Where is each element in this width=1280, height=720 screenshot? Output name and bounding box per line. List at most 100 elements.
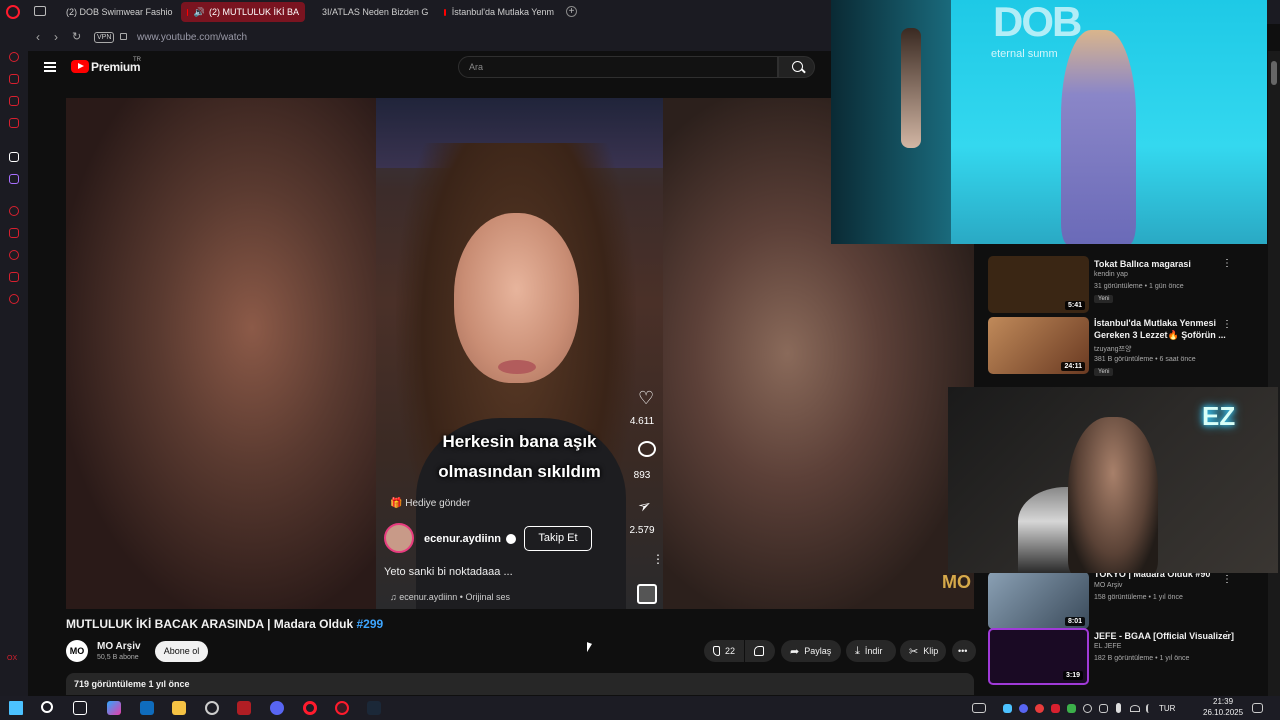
steam-icon[interactable] bbox=[367, 701, 381, 715]
voicemod-icon[interactable] bbox=[237, 701, 251, 715]
recommended-video[interactable]: 24:11 İstanbul'da Mutlaka Yenmesi Gereke… bbox=[988, 317, 1278, 377]
language-indicator[interactable]: TUR bbox=[1159, 704, 1175, 713]
recommended-video[interactable]: 8:01 TOKYO | Madara Olduk #90 MO Arşiv 1… bbox=[988, 569, 1278, 632]
model-walking bbox=[901, 28, 921, 148]
recommended-video[interactable]: 5:41 Tokat Ballıca magarasi kendin yap 3… bbox=[988, 256, 1278, 316]
subscribe-button[interactable]: Abone ol bbox=[155, 641, 208, 662]
youtube-logo-icon[interactable] bbox=[71, 60, 89, 73]
opera-gx-icon[interactable] bbox=[335, 701, 349, 715]
youtube-header: Premium TR Ara bbox=[28, 51, 832, 85]
video-title-text: MUTLULUK İKİ BACAK ARASINDA | Madara Old… bbox=[66, 617, 354, 631]
task-view-icon[interactable] bbox=[73, 701, 87, 715]
notifications-icon[interactable] bbox=[1252, 703, 1263, 713]
more-vertical-icon[interactable]: ⋮ bbox=[1222, 258, 1232, 269]
sidebar-player-icon[interactable] bbox=[9, 206, 19, 216]
tab-istanbul[interactable]: İstanbul'da Mutlaka Yenm bbox=[438, 2, 560, 22]
tab-overview-icon[interactable] bbox=[34, 6, 46, 16]
opera-icon[interactable] bbox=[303, 701, 317, 715]
description-box[interactable]: 719 görüntüleme 1 yıl önce bbox=[66, 673, 974, 695]
sidebar-app-icon[interactable] bbox=[9, 152, 19, 162]
more-vertical-icon[interactable]: ⋮ bbox=[1222, 574, 1232, 585]
clock-time[interactable]: 21:39 bbox=[1213, 697, 1233, 706]
file-explorer-icon[interactable] bbox=[172, 701, 186, 715]
vpn-badge[interactable]: VPN bbox=[94, 32, 115, 43]
streamer-figure bbox=[1068, 417, 1158, 573]
sidebar-ai-icon[interactable] bbox=[9, 52, 19, 62]
keyboard-icon[interactable] bbox=[972, 703, 986, 713]
sidebar-bookmark-icon[interactable] bbox=[9, 228, 19, 238]
tray-opera-icon[interactable] bbox=[1051, 704, 1060, 713]
reload-icon[interactable]: ↻ bbox=[72, 30, 81, 43]
copilot-icon[interactable] bbox=[107, 701, 121, 715]
tray-settings-icon[interactable] bbox=[1099, 704, 1108, 713]
more-vertical-icon[interactable]: ⋮ bbox=[1222, 319, 1232, 330]
thumbs-up-icon bbox=[713, 646, 720, 656]
video-thumbnail[interactable]: 3:19 bbox=[988, 628, 1089, 685]
new-tab-button[interactable]: + bbox=[566, 6, 577, 17]
tab-mutluluk[interactable]: 🔊 (2) MUTLULUK İKİ BA bbox=[181, 2, 305, 22]
volume-icon[interactable] bbox=[1146, 704, 1155, 713]
search-icon[interactable] bbox=[41, 701, 53, 713]
video-thumbnail[interactable]: 24:11 bbox=[988, 317, 1089, 374]
video-duration: 24:11 bbox=[1061, 362, 1085, 371]
likes-count: 4.611 bbox=[629, 416, 655, 427]
tab-label: (2) MUTLULUK İKİ BA bbox=[208, 7, 299, 17]
video-thumbnail[interactable]: 5:41 bbox=[988, 256, 1089, 313]
thumbs-down-icon bbox=[754, 646, 764, 656]
url-field[interactable]: www.youtube.com/watch bbox=[137, 32, 247, 43]
tray-discord-icon[interactable] bbox=[1019, 704, 1028, 713]
hashtag-link[interactable]: #299 bbox=[356, 617, 383, 631]
dislike-button[interactable] bbox=[745, 640, 775, 662]
brand-logo: DOB bbox=[993, 0, 1082, 45]
page-scrollbar[interactable] bbox=[1268, 51, 1280, 696]
channel-watermark[interactable]: MO bbox=[942, 572, 971, 593]
opera-logo-icon[interactable] bbox=[6, 5, 20, 19]
windows-taskbar: TUR 21:39 26.10.2025 bbox=[0, 696, 1280, 720]
channel-avatar[interactable]: MO bbox=[66, 640, 88, 662]
download-icon: ⤓ bbox=[855, 644, 860, 657]
download-button[interactable]: ⤓ İndir bbox=[846, 640, 896, 662]
recommended-channel[interactable]: kendin yap bbox=[1094, 271, 1128, 278]
scrollbar-thumb[interactable] bbox=[1271, 61, 1277, 85]
recommended-channel[interactable]: MO Arşiv bbox=[1094, 582, 1122, 589]
channel-name[interactable]: MO Arşiv bbox=[97, 641, 141, 652]
sidebar-twitch-icon[interactable] bbox=[9, 174, 19, 184]
clip-label: Klip bbox=[923, 646, 939, 656]
like-button[interactable]: 22 bbox=[704, 640, 744, 662]
clock-date[interactable]: 26.10.2025 bbox=[1203, 708, 1243, 717]
sidebar-messenger-icon[interactable] bbox=[9, 96, 19, 106]
video-thumbnail[interactable]: 8:01 bbox=[988, 572, 1089, 629]
menu-icon[interactable] bbox=[44, 62, 56, 72]
sidebar-mail-icon[interactable] bbox=[9, 118, 19, 128]
recommended-channel[interactable]: EL JEFE bbox=[1094, 643, 1121, 650]
tray-globe-icon[interactable] bbox=[1083, 704, 1092, 713]
youtube-favicon-icon bbox=[444, 8, 446, 16]
more-vertical-icon[interactable]: ⋮ bbox=[1222, 630, 1232, 641]
obs-icon[interactable] bbox=[205, 701, 219, 715]
sidebar-bag-icon[interactable] bbox=[9, 74, 19, 84]
tray-nvidia-icon[interactable] bbox=[1067, 704, 1076, 713]
sidebar-extensions-icon[interactable] bbox=[9, 272, 19, 282]
tray-app-icon[interactable] bbox=[1003, 704, 1012, 713]
more-actions-button[interactable]: ••• bbox=[952, 640, 976, 662]
search-button[interactable] bbox=[778, 56, 815, 78]
windows-start-icon[interactable] bbox=[9, 701, 23, 715]
lock-icon[interactable] bbox=[120, 33, 127, 40]
microphone-icon[interactable] bbox=[1116, 703, 1121, 713]
recommended-video[interactable]: 3:19 JEFE - BGAA [Official Visualizer] E… bbox=[988, 628, 1278, 688]
wifi-icon[interactable] bbox=[1130, 705, 1140, 712]
sidebar-settings-icon[interactable] bbox=[9, 294, 19, 304]
recommended-channel[interactable]: tzuyang쯔양 bbox=[1094, 344, 1131, 354]
browser-sidebar: OX bbox=[0, 24, 28, 696]
discord-icon[interactable] bbox=[270, 701, 284, 715]
tab-atlas[interactable]: 3I/ATLAS Neden Bizden G bbox=[310, 2, 432, 22]
back-arrow-icon[interactable]: ‹ bbox=[36, 30, 40, 44]
search-input[interactable]: Ara bbox=[458, 56, 778, 78]
sidebar-history-icon[interactable] bbox=[9, 250, 19, 260]
share-button[interactable]: ➦ Paylaş bbox=[781, 640, 841, 662]
mail-icon[interactable] bbox=[140, 701, 154, 715]
tray-record-icon[interactable] bbox=[1035, 704, 1044, 713]
clip-button[interactable]: ✂ Klip bbox=[900, 640, 946, 662]
tab-dob-swimwear[interactable]: (2) DOB Swimwear Fashio bbox=[54, 2, 174, 22]
forward-arrow-icon[interactable]: › bbox=[54, 30, 58, 44]
